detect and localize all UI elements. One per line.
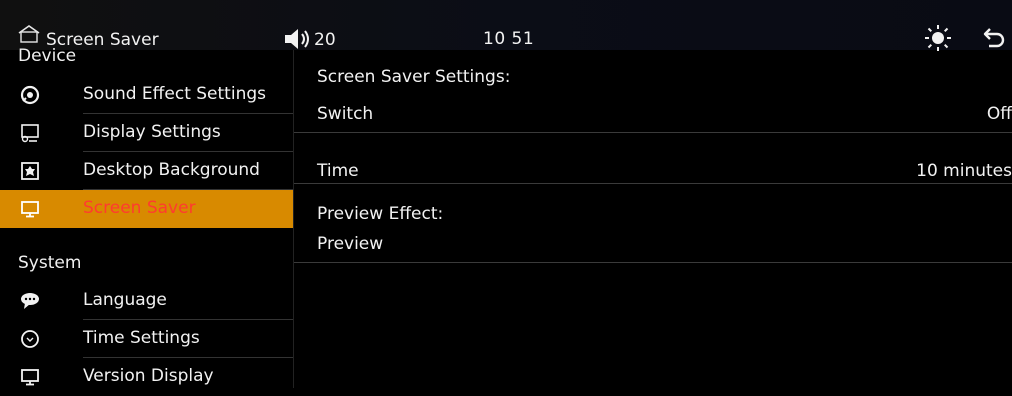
time-label: Time	[317, 161, 359, 181]
speaker-icon	[20, 85, 40, 105]
switch-label: Switch	[317, 104, 374, 124]
monitor-icon	[20, 367, 40, 387]
speech-bubble-icon	[20, 291, 40, 311]
sidebar-item-screen-saver[interactable]: Screen Saver	[0, 190, 293, 228]
brightness-icon[interactable]	[924, 24, 952, 52]
divider	[294, 183, 1012, 184]
preview-section-header: Preview Effect:	[317, 204, 444, 224]
volume-level: 20	[314, 30, 336, 50]
sidebar-item-desktop-background[interactable]: Desktop Background	[0, 152, 293, 190]
sidebar-item-label: Screen Saver	[83, 198, 196, 218]
switch-row[interactable]: Switch Off	[294, 97, 1012, 135]
sidebar-item-label: Display Settings	[83, 122, 221, 142]
settings-section-header: Screen Saver Settings:	[317, 67, 511, 87]
sidebar: Sound Effect Settings Display Settings D…	[0, 72, 293, 388]
sidebar-item-label: Time Settings	[83, 328, 200, 348]
sidebar-item-language[interactable]: Language	[0, 282, 293, 320]
preview-row[interactable]: Preview	[294, 228, 1012, 266]
sidebar-item-time-settings[interactable]: Time Settings	[0, 320, 293, 358]
clock: 10 51	[483, 29, 535, 49]
sidebar-item-sound-effect[interactable]: Sound Effect Settings	[0, 76, 293, 114]
divider	[294, 132, 1012, 133]
preview-label: Preview	[317, 234, 384, 254]
sidebar-item-label: Sound Effect Settings	[83, 84, 266, 104]
sidebar-item-display-settings[interactable]: Display Settings	[0, 114, 293, 152]
section-system-label: System	[18, 253, 82, 273]
switch-value[interactable]: Off	[987, 104, 1012, 124]
back-icon[interactable]	[983, 25, 1007, 49]
section-device-label: Device	[18, 46, 77, 66]
wallpaper-icon	[20, 161, 40, 181]
monitor-icon	[20, 199, 40, 219]
sidebar-item-label: Language	[83, 290, 167, 310]
volume-icon[interactable]	[284, 28, 312, 50]
sidebar-item-label: Version Display	[83, 366, 214, 386]
time-value[interactable]: 10 minutes	[916, 161, 1012, 181]
time-row[interactable]: Time 10 minutes	[294, 153, 1012, 191]
sidebar-item-version-display[interactable]: Version Display	[0, 358, 293, 396]
sidebar-item-label: Desktop Background	[83, 160, 260, 180]
home-icon[interactable]	[18, 25, 40, 43]
divider	[294, 262, 1012, 263]
clock-icon	[20, 329, 40, 349]
display-settings-icon	[20, 123, 40, 143]
